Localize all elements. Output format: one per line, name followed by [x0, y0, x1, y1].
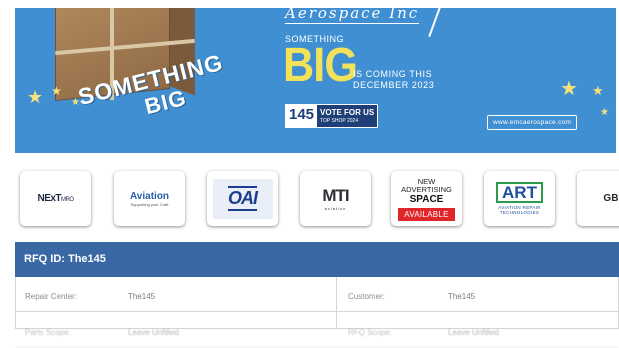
sponsor-logo-art[interactable]: ART AVIATION REPAIR TECHNOLOGIES [484, 171, 555, 226]
sponsor-logo-strip: NExTMRO Aviation Supporting your Craft O… [15, 165, 619, 233]
mti-wordmark: MTI [322, 186, 349, 205]
nextmro-logo-text: NExTMRO [37, 193, 74, 204]
nextmro-suffix: MRO [61, 197, 74, 203]
rfq-scope-value: Leave Unfilled [448, 328, 499, 337]
art-wordmark: ART [496, 182, 543, 203]
badge-number: 145 [286, 105, 318, 127]
table-row: Repair Center: The145 Customer: The145 [16, 277, 618, 312]
star-icon: ★ [560, 78, 578, 100]
customer-label: Customer: [348, 292, 385, 301]
star-icon: ★ [592, 83, 604, 98]
vote-badge[interactable]: 145 VOTE FOR US TOP SHOP 2024 [285, 104, 379, 128]
banner-coming-line2: DECEMBER 2023 [353, 80, 435, 90]
art-subtitle: AVIATION REPAIR TECHNOLOGIES [498, 205, 541, 215]
oai-logo-box: OAI [212, 178, 273, 219]
aviation-logo-text: Aviation Supporting your Craft [130, 191, 169, 207]
promo-banner[interactable]: SOMETHING BIG ★ ★ ★ ★ ★ ★ Aerospace Inc … [15, 8, 616, 153]
repair-center-value: The145 [128, 292, 156, 301]
star-icon: ★ [51, 84, 62, 98]
art-subtitle-line2: TECHNOLOGIES [499, 210, 540, 215]
aviation-tagline: Supporting your Craft [130, 201, 169, 207]
advert-line3: SPACE [409, 194, 444, 205]
parts-scope-value: Leave Unfilled [128, 328, 179, 337]
advert-available-badge: AVAILABLE [398, 208, 455, 221]
banner-big-word: BIG [283, 39, 358, 92]
repair-center-label: Repair Center: [25, 292, 78, 301]
banner-url[interactable]: www.emcaerospace.com [487, 115, 578, 130]
mti-logo-text: MTI aviation [322, 186, 349, 211]
badge-vote-label: VOTE FOR US [320, 108, 375, 117]
rfq-details-table: Repair Center: The145 Customer: The145 P… [15, 277, 619, 348]
star-icon: ★ [27, 87, 44, 107]
star-icon: ★ [71, 97, 80, 108]
nextmro-wordmark: NExT [37, 193, 62, 204]
customer-value: The145 [448, 292, 476, 301]
sponsor-logo-oai[interactable]: OAI [207, 171, 278, 226]
parts-scope-label: Parts Scope: [25, 328, 71, 337]
mti-subtitle: aviation [324, 206, 347, 211]
table-row: Parts Scope: Leave Unfilled RFQ Scope: L… [16, 313, 618, 348]
advert-line2: ADVERTISING [401, 185, 452, 194]
rfq-header: RFQ ID: The145 [15, 242, 619, 277]
banner-coming-text: IS COMING THIS DECEMBER 2023 [353, 69, 434, 91]
oai-wordmark: OAI [227, 186, 258, 211]
gbpa-wordmark: GBPA [603, 193, 619, 204]
rfq-scope-label: RFQ Scope: [348, 328, 393, 337]
advertising-space-tile[interactable]: NEW ADVERTISING SPACE AVAILABLE [391, 171, 462, 226]
star-icon: ★ [600, 107, 609, 118]
badge-vote-text: VOTE FOR US TOP SHOP 2024 [317, 105, 378, 127]
sponsor-logo-gbpa[interactable]: GBPA [577, 171, 619, 226]
badge-vote-sub: TOP SHOP 2024 [320, 118, 359, 124]
brand-script-title: Aerospace Inc [285, 8, 420, 24]
sponsor-logo-aviation[interactable]: Aviation Supporting your Craft [114, 171, 185, 226]
aviation-wordmark: Aviation [129, 190, 170, 202]
decorative-slash [428, 8, 444, 38]
banner-coming-line1: IS COMING THIS [353, 69, 433, 79]
sponsor-logo-nextmro[interactable]: NExTMRO [20, 171, 91, 226]
sponsor-logo-mti[interactable]: MTI aviation [300, 171, 371, 226]
